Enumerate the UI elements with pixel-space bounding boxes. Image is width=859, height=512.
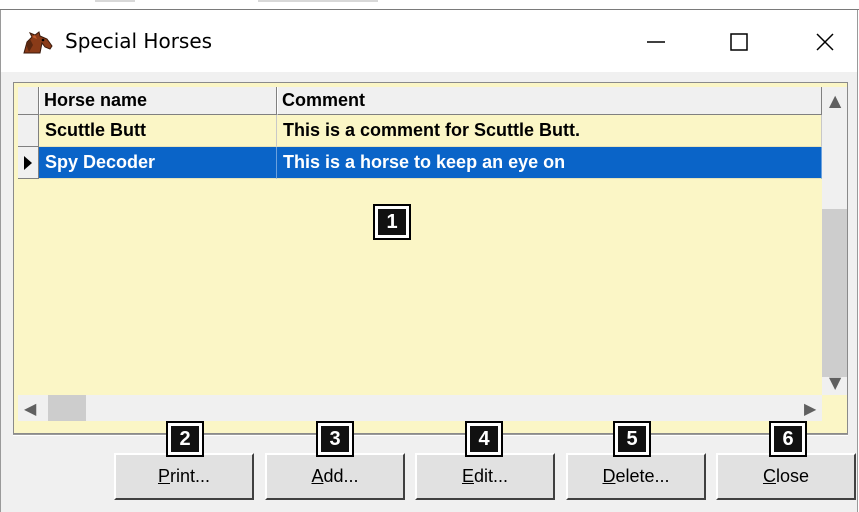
edit-button[interactable]: Edit... bbox=[415, 453, 555, 500]
delete-accelerator: D bbox=[602, 466, 616, 486]
cell-comment[interactable]: This is a horse to keep an eye on bbox=[277, 147, 822, 179]
close-accelerator: C bbox=[762, 466, 776, 486]
add-accelerator: A bbox=[311, 466, 324, 486]
edit-accelerator: E bbox=[461, 466, 474, 486]
maximize-button[interactable] bbox=[711, 18, 767, 66]
column-header-horse-name[interactable]: Horse name bbox=[39, 87, 277, 115]
callout-badge: 1 bbox=[373, 204, 411, 240]
vertical-scroll-thumb[interactable] bbox=[822, 209, 847, 377]
row-indicator[interactable] bbox=[18, 115, 39, 147]
column-header-comment[interactable]: Comment bbox=[277, 87, 822, 115]
maximize-icon bbox=[730, 33, 748, 51]
callout-number: 1 bbox=[378, 209, 406, 235]
background-window-edge bbox=[0, 0, 859, 10]
cell-comment[interactable]: This is a comment for Scuttle Butt. bbox=[277, 115, 822, 147]
callout-number: 6 bbox=[774, 426, 802, 452]
scroll-up-icon[interactable]: ▲ bbox=[829, 91, 841, 110]
edit-label: dit... bbox=[474, 466, 509, 486]
cell-horse-name[interactable]: Scuttle Butt bbox=[39, 115, 277, 147]
background-text-fragment bbox=[258, 0, 378, 2]
cell-horse-name[interactable]: Spy Decoder bbox=[39, 147, 277, 179]
callout-number: 2 bbox=[171, 426, 199, 452]
callout-number: 4 bbox=[470, 426, 498, 452]
button-separator-highlight bbox=[13, 435, 848, 436]
title-bar: Special Horses bbox=[1, 10, 857, 72]
minimize-icon bbox=[647, 41, 665, 43]
row-indicator-current[interactable] bbox=[18, 147, 39, 179]
add-label: dd... bbox=[323, 466, 359, 486]
background-text-fragment bbox=[95, 0, 135, 2]
callout-badge: 6 bbox=[769, 421, 807, 457]
callout-badge: 5 bbox=[613, 421, 651, 457]
close-window-button[interactable] bbox=[797, 18, 853, 66]
minimize-button[interactable] bbox=[628, 18, 684, 66]
print-button[interactable]: Print... bbox=[114, 453, 254, 500]
horse-head-icon bbox=[23, 31, 53, 54]
triangle-right-icon bbox=[24, 155, 32, 170]
scroll-right-icon[interactable]: ▶ bbox=[804, 399, 816, 418]
scroll-left-icon[interactable]: ◀ bbox=[24, 399, 36, 418]
horizontal-scroll-thumb[interactable] bbox=[48, 395, 86, 421]
horizontal-scrollbar[interactable]: ◀ ▶ bbox=[18, 395, 822, 421]
scroll-down-icon[interactable]: ▼ bbox=[829, 373, 841, 392]
close-label: lose bbox=[775, 466, 810, 486]
window-title: Special Horses bbox=[65, 29, 213, 53]
horses-grid[interactable]: Horse name Comment Scuttle Butt This is … bbox=[13, 82, 848, 434]
callout-badge: 2 bbox=[166, 421, 204, 457]
close-button[interactable]: Close bbox=[716, 453, 856, 500]
vertical-scrollbar[interactable]: ▲ ▼ bbox=[822, 87, 847, 395]
callout-badge: 4 bbox=[465, 421, 503, 457]
print-label: rint... bbox=[170, 466, 211, 486]
callout-number: 5 bbox=[618, 426, 646, 452]
callout-number: 3 bbox=[321, 426, 349, 452]
special-horses-dialog: Special Horses Horse name Comment Scuttl… bbox=[0, 10, 858, 512]
header-indicator-cell bbox=[18, 87, 39, 115]
add-button[interactable]: Add... bbox=[265, 453, 405, 500]
delete-label: elete... bbox=[615, 466, 670, 486]
callout-badge: 3 bbox=[316, 421, 354, 457]
print-accelerator: P bbox=[157, 466, 170, 486]
delete-button[interactable]: Delete... bbox=[566, 453, 706, 500]
close-icon bbox=[816, 33, 834, 51]
